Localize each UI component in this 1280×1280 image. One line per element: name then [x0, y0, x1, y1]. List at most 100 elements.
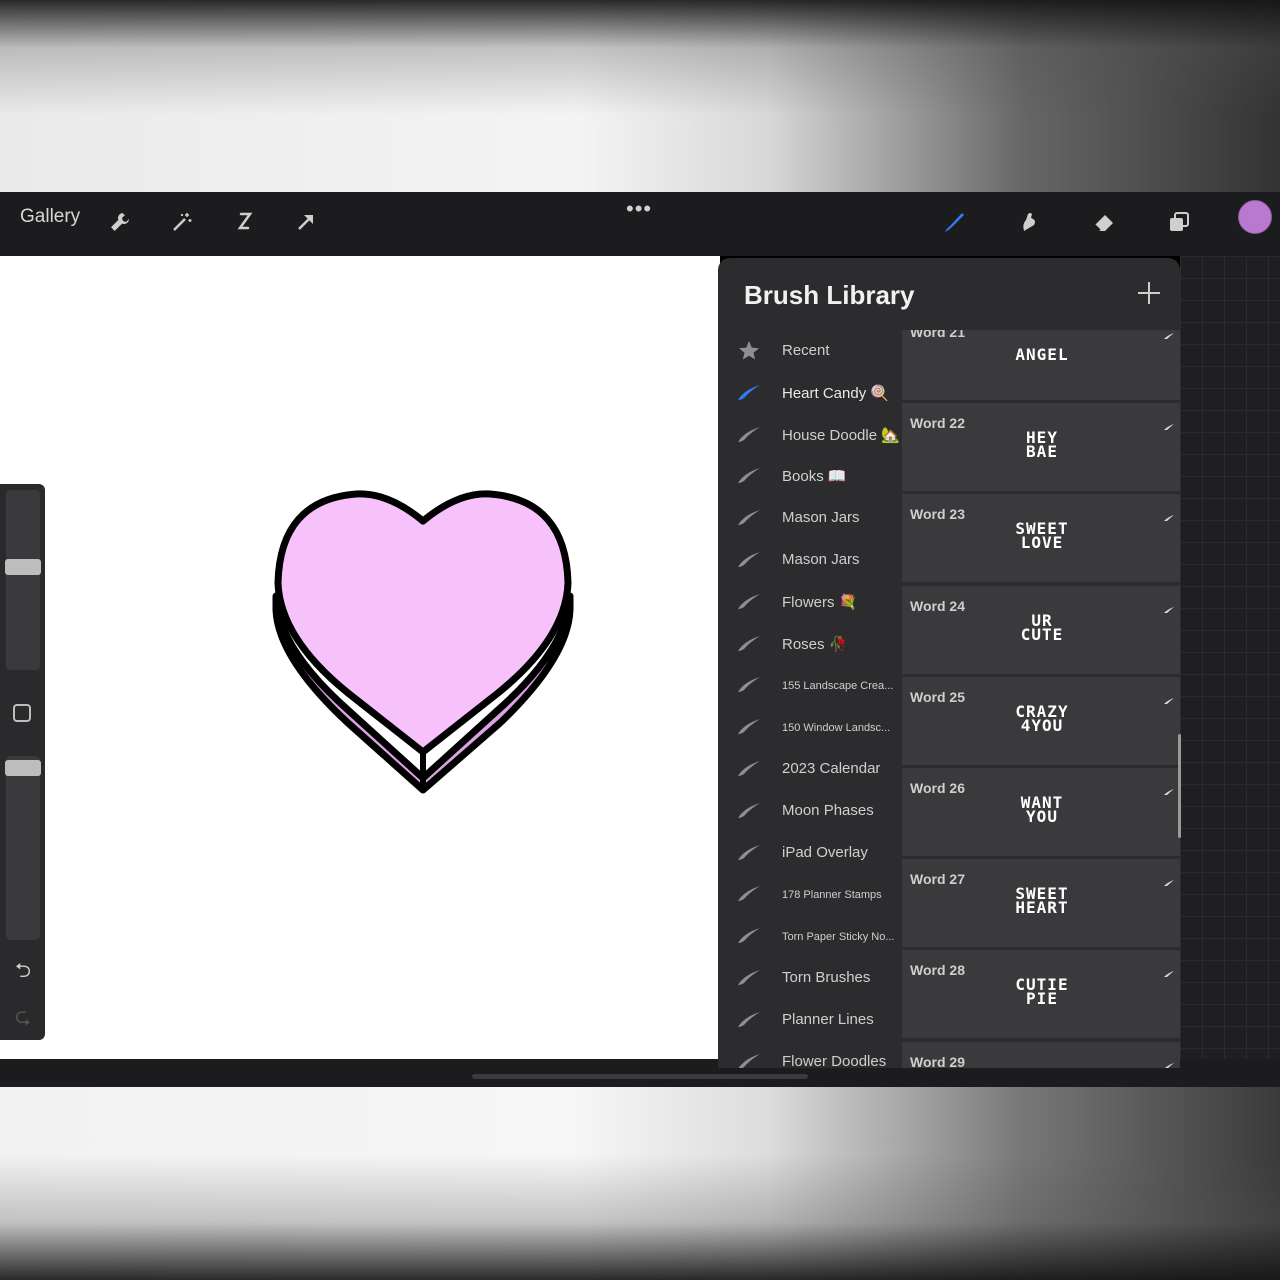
brush-set-item[interactable]: Flower Doodles — [718, 1041, 902, 1068]
opacity-handle[interactable] — [5, 760, 41, 776]
preview-word: PIE — [1026, 989, 1058, 1009]
brush-item[interactable]: Word 29 — [902, 1041, 1180, 1068]
brush-set-list: Recent Heart Candy 🍭 House Doodle 🏡 Books 📖… — [718, 330, 902, 1068]
preview-word: CUTE — [1020, 624, 1064, 644]
preview-word: LOVE — [1020, 533, 1064, 553]
preview-word: HEART — [1015, 898, 1069, 918]
brush-size-slider[interactable] — [6, 490, 40, 670]
layers-icon[interactable] — [1162, 205, 1196, 239]
brush-set-item[interactable]: Roses 🥀 — [718, 623, 902, 665]
brush-name: Word 21 — [910, 330, 965, 340]
brush-set-item[interactable]: 178 Planner Stamps — [718, 873, 902, 915]
preview-word: BAE — [1026, 442, 1058, 462]
brush-set-item[interactable]: Torn Brushes — [718, 957, 902, 999]
brush-stroke-icon — [736, 883, 762, 903]
brush-set-item[interactable]: House Doodle 🏡 — [718, 414, 902, 456]
eraser-icon[interactable] — [1087, 205, 1121, 239]
background-top — [0, 0, 1280, 192]
brush-set-item[interactable]: Planner Lines — [718, 999, 902, 1041]
brush-item[interactable]: Word 21 ANGEL — [902, 330, 1180, 403]
brush-item[interactable]: Word 23 SWEET LOVE — [902, 494, 1180, 586]
brush-stroke-preview: UR CUTE — [982, 612, 1102, 644]
brush-item[interactable]: Word 27 SWEET HEART — [902, 859, 1180, 951]
brush-set-item[interactable]: 2023 Calendar — [718, 748, 902, 790]
redo-icon[interactable]: ⮎ — [10, 1002, 36, 1028]
stroke-mark-icon — [1164, 691, 1174, 704]
brush-stroke-icon — [736, 967, 762, 987]
brush-stroke-preview: ANGEL — [982, 345, 1102, 364]
brush-name: Word 27 — [910, 871, 965, 888]
selection-icon[interactable] — [227, 205, 261, 239]
home-indicator[interactable] — [472, 1074, 808, 1079]
brush-item[interactable]: Word 24 UR CUTE — [902, 585, 1180, 677]
brush-stroke-icon — [736, 424, 762, 444]
brush-stroke-preview: SWEET LOVE — [982, 521, 1102, 553]
brush-set-item[interactable]: Flowers 💐 — [718, 581, 902, 623]
transform-arrow-icon[interactable] — [289, 205, 323, 239]
brush-name: Word 24 — [910, 597, 965, 614]
smudge-icon[interactable] — [1012, 205, 1046, 239]
side-slider-bar: ⮌ ⮎ — [0, 484, 45, 1040]
wrench-icon[interactable] — [103, 205, 137, 239]
stroke-mark-icon — [1164, 964, 1174, 978]
panel-title: Brush Library — [744, 280, 915, 310]
stroke-mark-icon — [1164, 417, 1174, 431]
stroke-mark-icon — [1164, 873, 1174, 887]
more-options-button[interactable]: ••• — [626, 196, 652, 222]
brush-set-item[interactable]: 150 Window Landsc... — [718, 706, 902, 748]
brush-set-item[interactable]: Heart Candy 🍭 — [718, 372, 902, 414]
brush-stroke-preview: WANT YOU — [982, 795, 1102, 825]
brush-size-handle[interactable] — [5, 559, 41, 575]
brush-set-item[interactable]: iPad Overlay — [718, 832, 902, 874]
brush-library-panel: Brush Library Recent Heart Candy 🍭 House D… — [718, 258, 1180, 1068]
brush-set-item[interactable]: Books 📖 — [718, 455, 902, 497]
brush-stroke-icon — [736, 507, 762, 527]
modify-button[interactable] — [13, 704, 31, 722]
brush-item[interactable]: Word 28 CUTIE PIE — [902, 950, 1180, 1042]
brush-name: Word 25 — [910, 688, 965, 705]
brush-set-label: House Doodle 🏡 — [782, 426, 900, 444]
brush-stroke-icon — [736, 1051, 762, 1068]
opacity-slider[interactable] — [6, 756, 40, 940]
brush-stroke-icon — [736, 800, 762, 820]
brush-stroke-icon — [736, 925, 762, 945]
brush-stroke-icon — [736, 633, 762, 653]
brush-set-label: Planner Lines — [782, 1010, 874, 1028]
brush-set-item[interactable]: Moon Phases — [718, 790, 902, 832]
brush-set-item[interactable]: Mason Jars — [718, 539, 902, 581]
magic-wand-icon[interactable] — [165, 205, 199, 239]
brush-stroke-icon — [736, 716, 762, 736]
brush-item[interactable]: Word 26 WANT YOU — [902, 768, 1180, 859]
brush-set-item[interactable]: Recent — [718, 330, 902, 372]
brush-set-label: Mason Jars — [782, 551, 860, 568]
add-brush-set-button[interactable] — [1136, 280, 1162, 306]
brush-set-label: Roses 🥀 — [782, 635, 848, 653]
brush-stroke-icon — [736, 842, 762, 862]
brush-set-label: Torn Brushes — [782, 969, 871, 986]
star-icon — [736, 340, 762, 360]
brush-stroke-icon — [736, 758, 762, 778]
color-picker-button[interactable] — [1238, 200, 1272, 234]
stroke-mark-icon — [1164, 782, 1174, 795]
brush-icon[interactable] — [937, 205, 971, 239]
brush-item[interactable]: Word 22 HEY BAE — [902, 403, 1180, 495]
preview-word: ANGEL — [1015, 345, 1069, 364]
brush-stroke-preview: HEY BAE — [982, 430, 1102, 462]
brush-set-item[interactable]: 155 Landscape Crea... — [718, 664, 902, 706]
brush-item[interactable]: Word 25 CRAZY 4YOU — [902, 676, 1180, 768]
undo-icon[interactable]: ⮌ — [10, 956, 36, 982]
background-bottom — [0, 1087, 1280, 1280]
stroke-mark-icon — [1164, 1056, 1174, 1068]
brush-list-scrollbar[interactable] — [1178, 734, 1181, 838]
brush-set-item[interactable]: Torn Paper Sticky No... — [718, 915, 902, 957]
gallery-button[interactable]: Gallery — [20, 206, 80, 228]
brush-name: Word 23 — [910, 506, 965, 523]
brush-set-label: 178 Planner Stamps — [782, 889, 882, 902]
brush-list: Word 21 ANGEL Word 22 HEY BAE Word 23 SWEET LOV… — [902, 330, 1180, 1068]
brush-stroke-preview: CRAZY 4YOU — [982, 703, 1102, 733]
brush-set-label: Heart Candy 🍭 — [782, 384, 890, 402]
brush-stroke-preview: SWEET HEART — [982, 886, 1102, 918]
brush-set-item[interactable]: Mason Jars — [718, 497, 902, 539]
brush-set-label: Books 📖 — [782, 468, 847, 486]
brush-name: Word 29 — [910, 1053, 965, 1068]
